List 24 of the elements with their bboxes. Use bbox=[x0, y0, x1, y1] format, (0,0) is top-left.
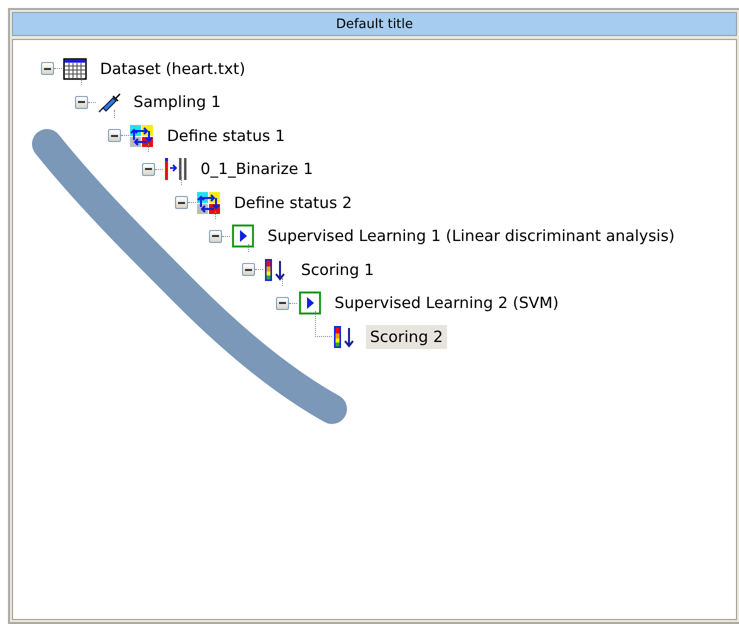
collapse-toggle[interactable] bbox=[208, 230, 222, 243]
tree-node-label[interactable]: Supervised Learning 2 (SVM) bbox=[330, 291, 563, 316]
table-icon bbox=[62, 56, 88, 81]
collapse-toggle[interactable] bbox=[74, 96, 88, 109]
tree-node-label[interactable]: Dataset (heart.txt) bbox=[96, 56, 250, 81]
collapse-toggle[interactable] bbox=[108, 129, 121, 142]
tree-node-label[interactable]: Scoring 1 bbox=[297, 258, 378, 282]
panel-title: Default title bbox=[12, 12, 737, 36]
play-icon bbox=[296, 291, 322, 316]
tree-node-label[interactable]: 0_1_Binarize 1 bbox=[196, 157, 318, 182]
tree-node-label[interactable]: Scoring 2 bbox=[366, 324, 447, 349]
tree-node-label[interactable]: Define status 1 bbox=[163, 124, 289, 148]
collapse-toggle[interactable] bbox=[242, 263, 255, 276]
binarize-icon bbox=[162, 157, 188, 182]
tree-node-label[interactable]: Define status 2 bbox=[230, 190, 356, 215]
collapse-toggle[interactable] bbox=[175, 196, 188, 210]
swap-arrows-icon bbox=[129, 124, 155, 148]
tree-node-label[interactable]: Supervised Learning 1 (Linear discriminant analysis) bbox=[264, 224, 679, 248]
play-icon bbox=[230, 224, 256, 248]
collapse-toggle[interactable] bbox=[41, 62, 54, 76]
tree-node-label[interactable]: Sampling 1 bbox=[130, 90, 225, 114]
swap-arrows-icon bbox=[196, 190, 222, 215]
collapse-toggle[interactable] bbox=[276, 296, 288, 310]
collapse-toggle[interactable] bbox=[142, 162, 154, 176]
